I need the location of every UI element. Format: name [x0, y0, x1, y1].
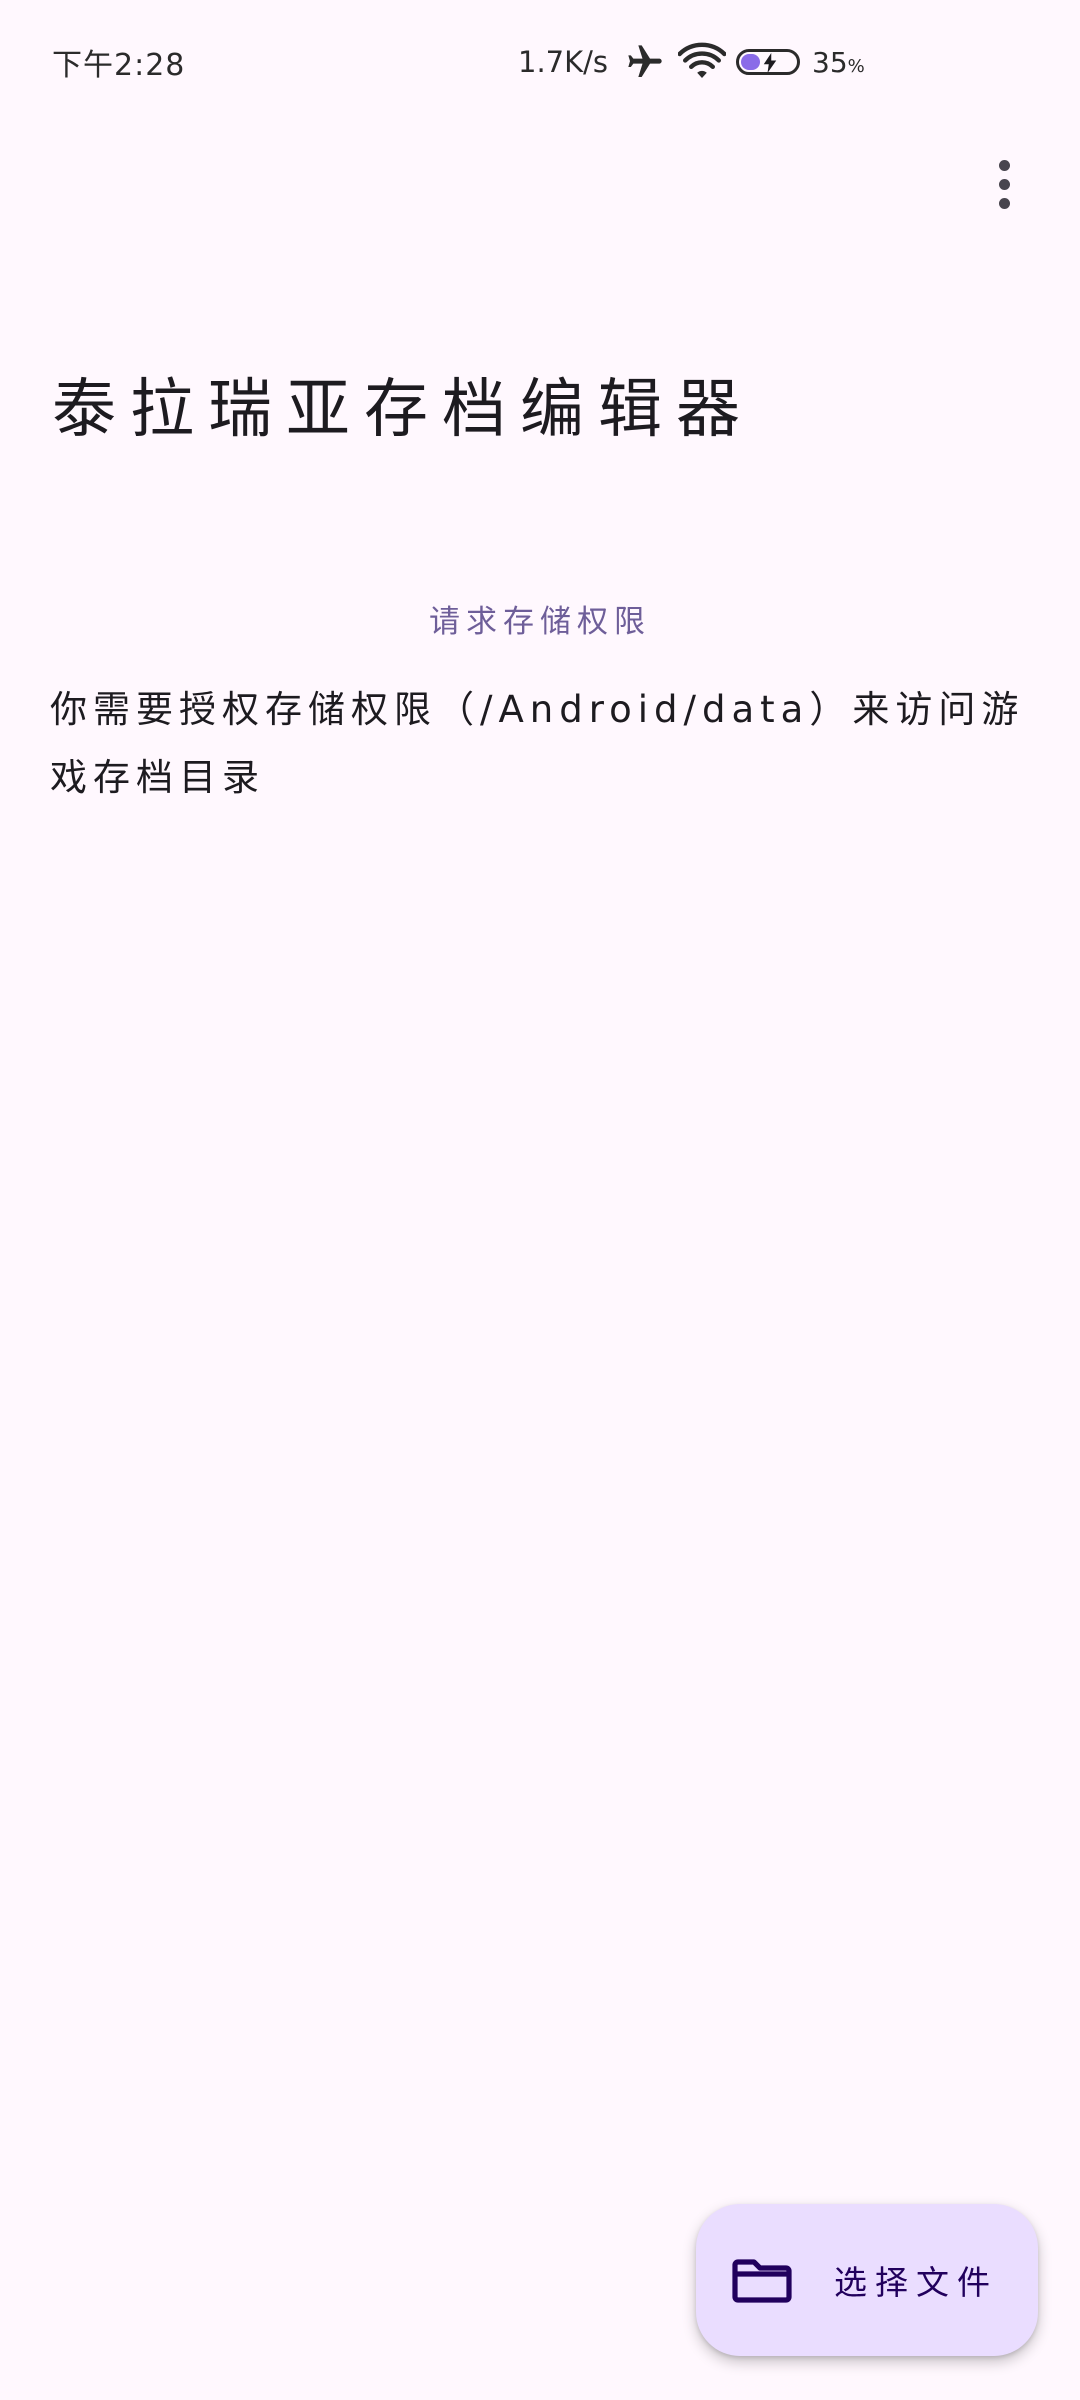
battery-icon — [736, 49, 801, 75]
wifi-icon — [678, 42, 727, 82]
select-file-button[interactable]: 选择文件 — [696, 2204, 1038, 2356]
airplane-icon — [622, 42, 668, 82]
overflow-dot — [998, 159, 1010, 171]
battery-percent: 35% — [812, 45, 865, 79]
status-time: 下午2:28 — [52, 48, 186, 83]
permission-title: 请求存储权限 — [429, 604, 651, 640]
charging-bolt-icon — [763, 53, 777, 72]
more-vert-icon[interactable] — [976, 144, 1032, 224]
battery-fill — [741, 54, 761, 70]
overflow-dot — [998, 178, 1010, 190]
network-speed: 1.7K/s — [518, 45, 609, 79]
status-bar: 下午2:28 1.7K/s 35% — [0, 0, 1080, 120]
folder-icon — [732, 2259, 792, 2303]
permission-description: 你需要授权存储权限（/Android/data）来访问游戏存档目录 — [50, 688, 1025, 799]
overflow-dot — [998, 197, 1010, 209]
status-icons: 1.7K/s 35% — [518, 36, 865, 88]
page-title: 泰拉瑞亚存档编辑器 — [52, 373, 754, 447]
screen: 下午2:28 1.7K/s 35% 泰拉瑞亚存档编辑器 请求存储权限 你需要授权… — [0, 0, 1080, 2400]
select-file-label: 选择文件 — [834, 2263, 998, 2302]
